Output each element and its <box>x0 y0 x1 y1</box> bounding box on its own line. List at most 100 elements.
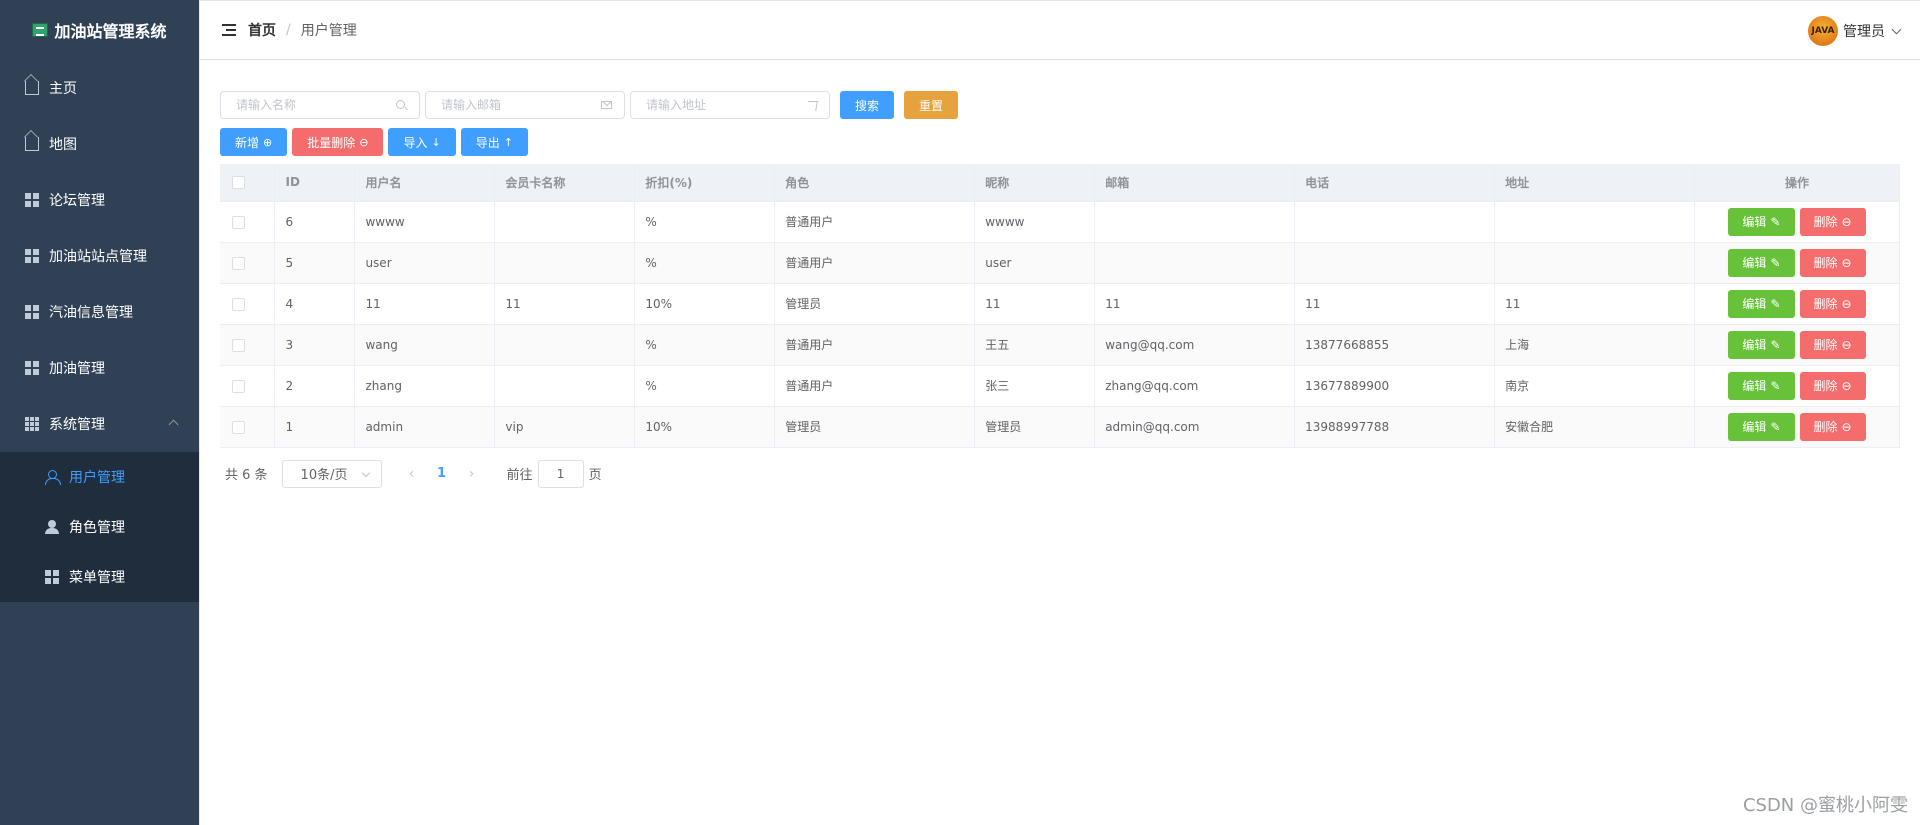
email-search-input[interactable] <box>441 98 591 112</box>
home-icon <box>25 137 39 151</box>
sidebar-item-label: 加油管理 <box>49 361 105 377</box>
cell-id: 4 <box>274 283 356 325</box>
page-size-select[interactable]: 10条/页 <box>281 459 382 488</box>
collapse-menu-icon[interactable] <box>222 24 236 36</box>
edit-button[interactable]: 编辑 ✎ <box>1728 207 1795 236</box>
cell-discount: 10% <box>634 406 776 448</box>
delete-button[interactable]: 删除 ⊖ <box>1799 371 1866 400</box>
chevron-down-icon <box>1891 24 1902 34</box>
edit-button[interactable]: 编辑 ✎ <box>1728 289 1795 318</box>
edit-button[interactable]: 编辑 ✎ <box>1728 371 1795 400</box>
system-submenu: 用户管理 角色管理 菜单管理 <box>0 452 199 602</box>
sidebar-item-label: 主页 <box>49 81 77 97</box>
add-button[interactable]: 新增 ⊕ <box>220 128 288 156</box>
cell-discount: 10% <box>634 283 776 325</box>
cell-phone: 13677889900 <box>1294 365 1496 407</box>
page-number[interactable]: 1 <box>427 466 457 481</box>
delete-button[interactable]: 删除 ⊖ <box>1799 330 1866 359</box>
sidebar-item-label: 加油站站点管理 <box>49 249 147 265</box>
sidebar-item-menus[interactable]: 菜单管理 <box>0 552 199 602</box>
cell-phone: 11 <box>1294 283 1496 325</box>
add-button-label: 新增 <box>235 135 260 150</box>
breadcrumb-current: 用户管理 <box>300 23 357 39</box>
home-icon <box>25 81 39 95</box>
sidebar-item-gasoline[interactable]: 汽油信息管理 <box>0 284 199 340</box>
address-search-field[interactable] <box>630 91 830 119</box>
export-button[interactable]: 导出 ↑ <box>460 128 528 156</box>
grid-icon <box>25 361 39 375</box>
row-checkbox[interactable] <box>232 297 245 311</box>
sidebar-item-stations[interactable]: 加油站站点管理 <box>0 228 199 284</box>
import-label: 导入 <box>403 135 428 150</box>
delete-button[interactable]: 删除 ⊖ <box>1799 248 1866 277</box>
column-header: 会员卡名称 <box>494 164 636 202</box>
prev-page-icon[interactable]: ‹ <box>397 466 427 482</box>
row-checkbox[interactable] <box>232 215 245 229</box>
goto-page-input[interactable] <box>537 459 584 488</box>
cell-nickname: 11 <box>974 283 1096 325</box>
next-page-icon[interactable]: › <box>457 466 487 482</box>
cell-phone: 13877668855 <box>1294 324 1496 366</box>
chevron-up-icon <box>168 419 179 430</box>
delete-label: 删除 <box>1813 256 1838 270</box>
arrow-up-icon: ↑ <box>503 135 513 149</box>
address-search-input[interactable] <box>646 98 796 112</box>
email-search-field[interactable] <box>425 91 625 119</box>
edit-button[interactable]: 编辑 ✎ <box>1728 248 1795 277</box>
search-icon <box>396 100 407 111</box>
action-bar: 新增 ⊕ 批量删除 ⊖ 导入 ↓ 导出 ↑ <box>220 128 1900 156</box>
row-checkbox[interactable] <box>232 338 245 352</box>
cell-email: zhang@qq.com <box>1094 365 1296 407</box>
row-checkbox[interactable] <box>232 379 245 393</box>
batch-delete-button[interactable]: 批量删除 ⊖ <box>292 128 384 156</box>
logo-icon <box>32 23 49 37</box>
breadcrumb-home[interactable]: 首页 <box>248 20 276 40</box>
select-all-checkbox[interactable] <box>232 176 245 190</box>
circle-minus-icon: ⊖ <box>1841 378 1852 393</box>
grid-icon <box>25 249 39 263</box>
delete-button[interactable]: 删除 ⊖ <box>1799 289 1866 318</box>
name-search-input[interactable] <box>236 98 386 112</box>
sidebar-item-refuel[interactable]: 加油管理 <box>0 340 199 396</box>
cell-actions: 编辑 ✎ 删除 ⊖ <box>1694 365 1900 407</box>
sidebar-item-map[interactable]: 地图 <box>0 116 199 172</box>
name-search-field[interactable] <box>220 91 420 119</box>
cell-id: 3 <box>274 324 356 366</box>
sidebar-item-roles[interactable]: 角色管理 <box>0 502 199 552</box>
cell-card: 11 <box>494 283 636 325</box>
row-checkbox[interactable] <box>232 420 245 434</box>
table-row: 3 wang% 普通用户 王五 wang@qq.com 13877668855 上海 编辑 ✎ 删… <box>220 324 1900 366</box>
edit-icon: ✎ <box>1770 296 1781 311</box>
delete-label: 删除 <box>1813 420 1838 434</box>
delete-button[interactable]: 删除 ⊖ <box>1799 207 1866 236</box>
avatar: JAVA <box>1808 16 1838 46</box>
breadcrumb-separator: / <box>286 22 291 38</box>
main-content: 搜索 重置 新增⊕ 批量删除⊖ 导入↓ 导出↑ ID 用户名 会员卡名称 <box>220 90 1900 488</box>
pagination: 共 6 条 10条/页 ‹ 1 › 前往 页 <box>220 459 1900 488</box>
watermark: CSDN @蜜桃小阿雯 <box>1742 795 1908 816</box>
pagination-total: 共 6 条 <box>225 468 268 483</box>
edit-button[interactable]: 编辑 ✎ <box>1728 330 1795 359</box>
cell-email <box>1094 201 1296 243</box>
cell-nickname: 张三 <box>974 365 1096 407</box>
import-button[interactable]: 导入 ↓ <box>388 128 456 156</box>
edit-icon: ✎ <box>1770 214 1781 229</box>
cell-phone: 13988997788 <box>1294 406 1496 448</box>
breadcrumb: 首页 / 用户管理 <box>248 20 357 40</box>
cell-discount: % <box>634 242 776 284</box>
goto-prefix: 前往 <box>506 468 533 483</box>
edit-button[interactable]: 编辑 ✎ <box>1728 412 1795 441</box>
export-label: 导出 <box>475 135 500 150</box>
delete-button[interactable]: 删除 ⊖ <box>1799 412 1866 441</box>
row-checkbox[interactable] <box>232 256 245 270</box>
cell-username: wwww <box>354 201 496 243</box>
reset-button[interactable]: 重置 <box>904 91 959 119</box>
sidebar-item-home[interactable]: 主页 <box>0 60 199 116</box>
sidebar-item-users[interactable]: 用户管理 <box>0 452 199 502</box>
user-menu[interactable]: JAVA 管理员 <box>1808 16 1902 46</box>
sidebar-item-forum[interactable]: 论坛管理 <box>0 172 199 228</box>
delete-label: 删除 <box>1813 338 1838 352</box>
search-button[interactable]: 搜索 <box>840 91 895 119</box>
sidebar-item-label: 地图 <box>49 137 77 153</box>
sidebar-item-system[interactable]: 系统管理 <box>0 396 199 452</box>
